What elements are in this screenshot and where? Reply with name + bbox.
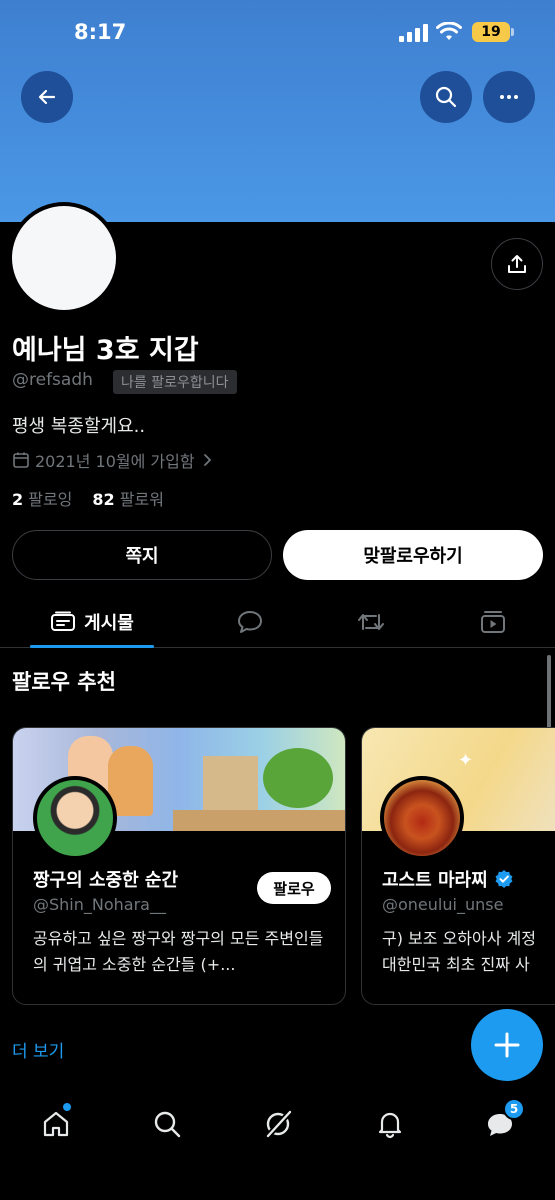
suggestion-avatar[interactable]	[33, 776, 117, 860]
reply-icon	[238, 611, 262, 633]
show-more-link[interactable]: 더 보기	[12, 1037, 64, 1062]
plus-icon	[494, 1032, 520, 1058]
suggestion-name: 짱구의 소중한 순간	[33, 870, 179, 891]
notification-dot	[63, 1103, 71, 1111]
tab-posts[interactable]: 게시물	[30, 596, 154, 648]
repost-icon	[358, 614, 384, 630]
followers-label: 팔로워	[119, 490, 164, 509]
follows-you-badge: 나를 팔로우합니다	[113, 370, 237, 394]
joined-date[interactable]: 2021년 10월에 가입함	[12, 448, 214, 472]
battery-cap	[511, 28, 514, 36]
battery-indicator: 19	[472, 22, 510, 42]
suggestion-avatar[interactable]	[380, 776, 464, 860]
suggestion-description: 공유하고 싶은 짱구와 짱구의 모든 주변인들의 귀엽고 소중한 순간들 (+.…	[33, 929, 324, 974]
following-label: 팔로잉	[28, 490, 73, 509]
status-bar: 8:17 19	[0, 0, 555, 66]
back-button[interactable]	[21, 71, 73, 123]
search-button[interactable]	[420, 71, 472, 123]
messages-badge: 5	[503, 1098, 525, 1120]
home-icon	[43, 1111, 69, 1137]
following-link[interactable]: 2 팔로잉	[12, 486, 72, 510]
suggestion-description: 구) 보조 오하아사 계정 대한민국 최초 진짜 사	[382, 926, 555, 978]
suggestion-handle: @oneului_unse	[382, 895, 504, 914]
tab-posts-label: 게시물	[84, 613, 134, 634]
follow-button[interactable]: 팔로우	[257, 872, 331, 904]
verified-badge-icon	[495, 870, 513, 888]
cellular-signal-icon	[399, 24, 429, 42]
display-name: 예나님 3호 지갑	[12, 335, 199, 366]
follow-counts: 2 팔로잉 82 팔로워	[12, 486, 164, 510]
grok-icon	[266, 1110, 292, 1138]
follow-suggestions-title: 팔로우 추천	[12, 670, 116, 694]
suggestion-card[interactable]: 짱구의 소중한 순간 @Shin_Nohara__ 공유하고 싶은 짱구와 짱구…	[12, 727, 346, 1005]
wifi-icon	[436, 22, 462, 40]
tab-replies[interactable]	[225, 596, 275, 648]
active-tab-indicator	[30, 645, 154, 648]
user-handle: @refsadh	[12, 370, 93, 390]
suggestion-description-line: 대한민국 최초 진짜 사	[382, 955, 530, 974]
profile-avatar[interactable]	[8, 202, 120, 314]
compose-button[interactable]	[471, 1009, 543, 1081]
more-horizontal-icon	[500, 95, 518, 99]
media-icon	[481, 611, 505, 633]
nav-search[interactable]	[147, 1104, 187, 1144]
message-button[interactable]: 쪽지	[12, 530, 272, 580]
tab-reposts[interactable]	[346, 596, 396, 648]
search-icon	[435, 86, 457, 108]
calendar-icon	[13, 452, 29, 468]
arrow-left-icon	[38, 89, 56, 105]
suggestion-name: 고스트 마라찌	[382, 866, 514, 892]
more-button[interactable]	[483, 71, 535, 123]
suggestion-description-line: 구) 보조 오하아사 계정	[382, 929, 536, 948]
nav-messages[interactable]: 5	[480, 1098, 525, 1144]
suggestion-card[interactable]: ✦ 고스트 마라찌 @oneului_unse 구) 보조 오하아사 계정 대한…	[361, 727, 555, 1005]
search-icon	[154, 1111, 181, 1138]
followers-count: 82	[92, 490, 115, 509]
suggestion-name-text: 고스트 마라찌	[382, 870, 488, 891]
nav-notifications[interactable]	[370, 1104, 410, 1144]
profile-tabs: 게시물	[0, 596, 555, 648]
share-button[interactable]	[491, 238, 543, 290]
status-time: 8:17	[74, 20, 127, 44]
followers-link[interactable]: 82 팔로워	[92, 486, 164, 510]
following-count: 2	[12, 490, 24, 509]
nav-grok[interactable]	[258, 1104, 298, 1144]
follow-back-button[interactable]: 맞팔로우하기	[283, 530, 543, 580]
suggestion-handle: @Shin_Nohara__	[33, 895, 166, 914]
nav-home[interactable]	[36, 1103, 76, 1144]
joined-text: 2021년 10월에 가입함	[35, 452, 195, 471]
chevron-right-icon	[203, 454, 211, 466]
posts-icon	[51, 611, 76, 631]
profile-bio: 평생 복종할게요..	[12, 416, 146, 437]
sparkle-icon: ✦	[458, 750, 474, 771]
notifications-icon	[378, 1112, 402, 1139]
tab-media[interactable]	[468, 596, 518, 648]
share-icon	[508, 255, 526, 273]
bottom-navigation: 5	[0, 1096, 555, 1156]
